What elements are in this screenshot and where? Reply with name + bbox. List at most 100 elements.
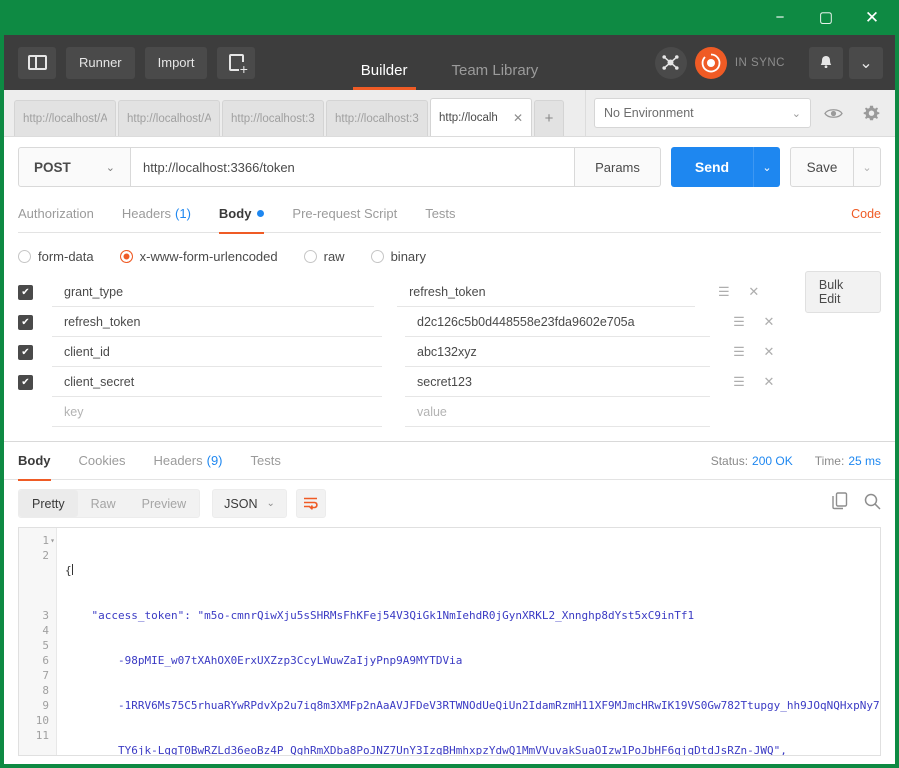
environment-settings-button[interactable] xyxy=(855,98,887,128)
row-checkbox[interactable]: ✔ xyxy=(18,284,33,300)
maximize-icon[interactable]: ▢ xyxy=(803,0,849,35)
param-value-input[interactable]: d2c126c5b0d448558e23fda9602e705a xyxy=(405,307,710,337)
save-button[interactable]: Save xyxy=(790,147,854,187)
response-body-viewer[interactable]: 1 ▾ 2 3 4 5 6 7 8 9 10 11 { "access_token… xyxy=(18,527,881,756)
notifications-button[interactable] xyxy=(809,46,843,79)
tab-close-icon[interactable]: ✕ xyxy=(513,111,523,125)
sync-status-icon[interactable] xyxy=(694,46,727,79)
add-tab-button[interactable]: + xyxy=(534,100,564,136)
url-input[interactable]: http://localhost:3366/token xyxy=(131,147,575,187)
params-button[interactable]: Params xyxy=(575,147,661,187)
request-tab[interactable]: http://localhost/A xyxy=(14,100,116,136)
toolbar-right: IN SYNC ⌄ xyxy=(654,46,895,79)
import-button[interactable]: Import xyxy=(144,46,208,79)
wrap-lines-button[interactable] xyxy=(295,489,326,518)
request-section-tabs: Authorization Headers (1) Body Pre-reque… xyxy=(18,195,881,234)
request-tab[interactable]: http://localhost/A xyxy=(118,100,220,136)
row-checkbox[interactable]: ✔ xyxy=(18,344,33,360)
method-select[interactable]: POST ⌄ xyxy=(18,147,131,187)
param-key-input[interactable]: refresh_token xyxy=(52,307,382,337)
view-mode-pretty[interactable]: Pretty xyxy=(19,490,78,517)
param-value-input[interactable]: secret123 xyxy=(405,367,710,397)
json-code-content[interactable]: { "access_token": "m5o-cmnrQiwXju5sSHRMs… xyxy=(57,528,880,755)
network-icon[interactable] xyxy=(654,46,687,79)
request-tab-label: http://localh xyxy=(439,111,498,124)
param-value-input[interactable]: abc132xyz xyxy=(405,337,710,367)
sidebar-toggle-button[interactable] xyxy=(18,46,56,79)
view-mode-preview[interactable]: Preview xyxy=(129,490,199,517)
radio-urlencoded[interactable]: x-www-form-urlencoded xyxy=(119,249,278,264)
line-number: 7 xyxy=(42,669,49,682)
bulk-edit-button[interactable]: Bulk Edit xyxy=(804,271,881,313)
close-icon[interactable]: ✕ xyxy=(849,0,895,35)
new-window-button[interactable] xyxy=(217,46,256,79)
tab-authorization[interactable]: Authorization xyxy=(18,195,108,233)
tab-body[interactable]: Body xyxy=(205,195,279,234)
format-select[interactable]: JSON ⌄ xyxy=(212,489,287,518)
request-tab-active[interactable]: http://localh ✕ xyxy=(430,98,532,136)
tab-team-library[interactable]: Team Library xyxy=(430,62,561,90)
row-remove-icon[interactable]: ✕ xyxy=(754,307,784,337)
row-menu-icon[interactable]: ☰ xyxy=(724,337,754,367)
row-checkbox-empty[interactable] xyxy=(18,405,33,420)
table-row: ✔ refresh_token d2c126c5b0d448558e23fda9… xyxy=(18,307,881,337)
radio-icon xyxy=(18,250,31,263)
tab-pre-request-script[interactable]: Pre-request Script xyxy=(278,195,411,233)
tab-cookies-label: Cookies xyxy=(78,453,126,468)
code-link[interactable]: Code xyxy=(851,207,881,221)
row-remove-icon[interactable]: ✕ xyxy=(754,367,784,397)
new-param-value-input[interactable]: value xyxy=(405,397,710,427)
toolbar-more-button[interactable]: ⌄ xyxy=(849,46,883,79)
tab-tests[interactable]: Tests xyxy=(411,195,469,233)
param-value-input[interactable]: refresh_token xyxy=(397,277,695,307)
tab-response-tests-label: Tests xyxy=(250,453,281,468)
new-param-key-input[interactable]: key xyxy=(52,397,382,427)
param-key-input[interactable]: client_id xyxy=(52,337,382,367)
fold-icon[interactable]: ▾ xyxy=(50,533,55,548)
send-button[interactable]: Send xyxy=(671,147,753,187)
minimize-icon[interactable]: − xyxy=(757,0,803,35)
table-row: ✔ client_id abc132xyz ☰ ✕ xyxy=(18,337,881,367)
copy-button[interactable] xyxy=(832,492,848,515)
radio-raw-label: raw xyxy=(323,249,345,264)
row-remove-icon[interactable]: ✕ xyxy=(754,337,784,367)
tab-response-headers-label: Headers xyxy=(153,453,203,468)
response-view-controls: Pretty Raw Preview JSON ⌄ xyxy=(4,480,895,527)
row-checkbox[interactable]: ✔ xyxy=(18,314,33,330)
table-row: ✔ grant_type refresh_token ☰ ✕ Bulk Edit xyxy=(18,271,881,313)
row-checkbox[interactable]: ✔ xyxy=(18,374,33,390)
search-button[interactable] xyxy=(864,493,881,515)
row-menu-icon[interactable]: ☰ xyxy=(724,367,754,397)
send-options-button[interactable]: ⌄ xyxy=(753,147,780,187)
tab-headers[interactable]: Headers (1) xyxy=(108,195,205,233)
postman-logo-glyph xyxy=(701,53,721,72)
tab-builder[interactable]: Builder xyxy=(339,62,430,90)
status-label: Status: xyxy=(710,453,749,468)
tab-cookies[interactable]: Cookies xyxy=(65,442,140,480)
tab-headers-count: (1) xyxy=(175,206,191,221)
view-mode-raw[interactable]: Raw xyxy=(78,490,129,517)
row-menu-icon[interactable]: ☰ xyxy=(724,307,754,337)
line-number: 9 xyxy=(42,699,49,712)
runner-button[interactable]: Runner xyxy=(66,46,135,79)
environment-select[interactable]: No Environment ⌄ xyxy=(594,98,811,128)
row-remove-icon[interactable]: ✕ xyxy=(739,277,769,307)
request-tab[interactable]: http://localhost:33 xyxy=(326,100,428,136)
radio-raw[interactable]: raw xyxy=(303,249,345,264)
save-options-button[interactable]: ⌄ xyxy=(854,147,881,187)
tab-response-tests[interactable]: Tests xyxy=(237,442,295,480)
param-key-input[interactable]: client_secret xyxy=(52,367,382,397)
line-number: 3 xyxy=(42,609,49,622)
radio-form-data[interactable]: form-data xyxy=(18,249,94,264)
line-number: 2 xyxy=(42,549,49,562)
radio-binary[interactable]: binary xyxy=(370,249,426,264)
code-line: -98pMIE_w07tXAhOX0ErxUXZzp3CcyLWuwZaIjyP… xyxy=(65,654,463,667)
environment-quick-look-button[interactable] xyxy=(817,98,849,128)
main-toolbar: Runner Import Builder Team Library xyxy=(4,35,895,90)
tab-response-body[interactable]: Body xyxy=(18,442,65,481)
param-key-input[interactable]: grant_type xyxy=(52,277,375,307)
row-menu-icon[interactable]: ☰ xyxy=(709,277,739,307)
tab-response-headers[interactable]: Headers (9) xyxy=(139,442,236,480)
radio-icon xyxy=(370,250,384,263)
request-tab[interactable]: http://localhost:33 xyxy=(222,100,324,136)
